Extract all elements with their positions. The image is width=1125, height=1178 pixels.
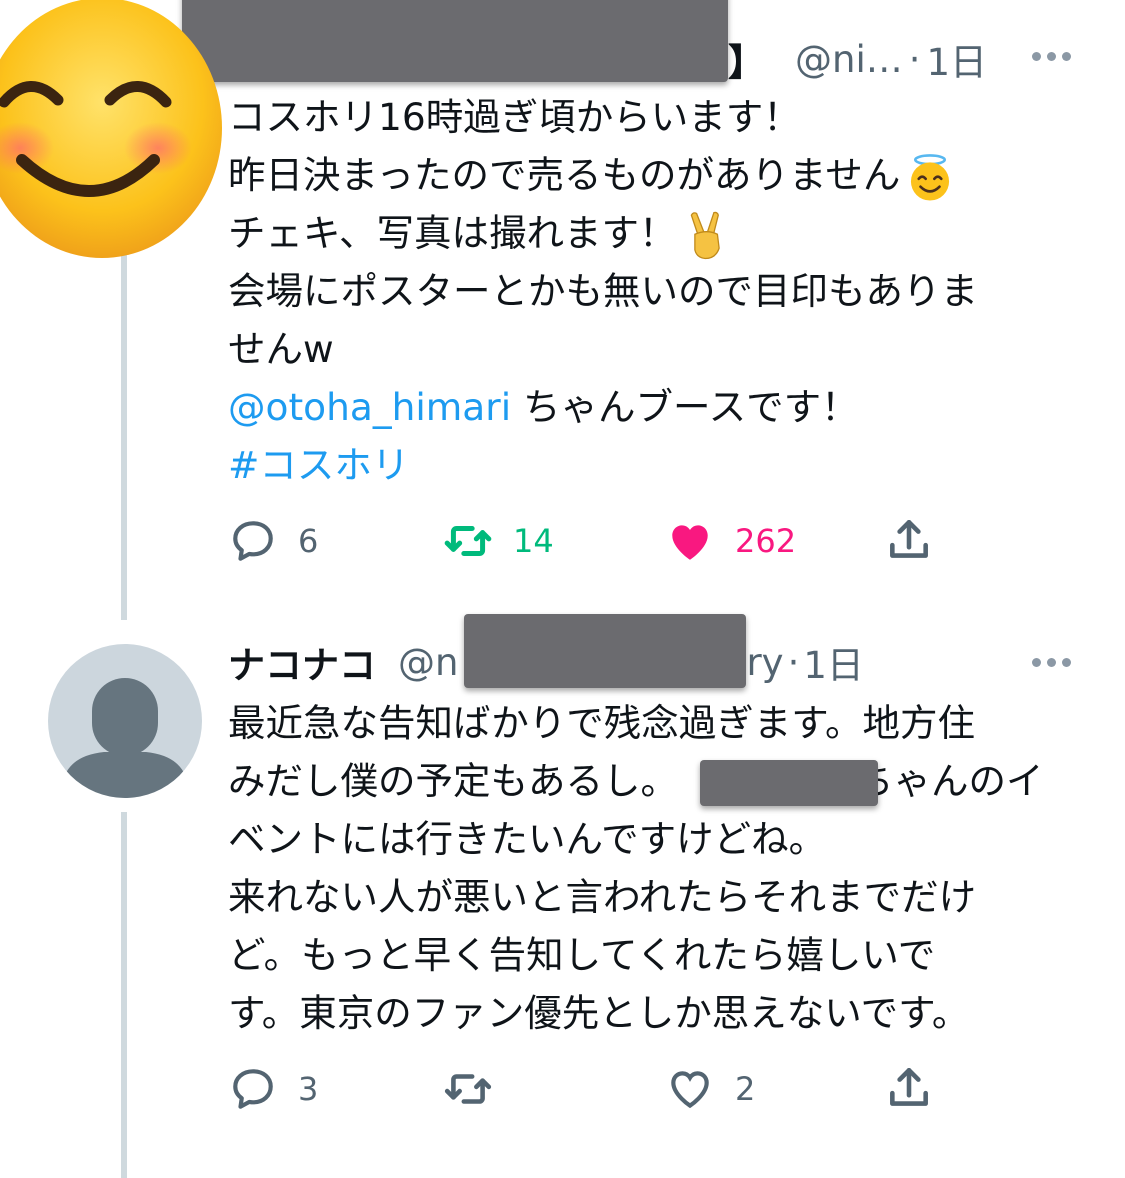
reply-icon xyxy=(233,1069,273,1109)
tweet-2-line: みだし僕の予定もあるし。 xyxy=(228,759,678,803)
share-button[interactable] xyxy=(884,516,954,566)
like-button[interactable]: 2 xyxy=(665,1064,755,1114)
tweet-2-line: す。東京のファン優先としか思えないです。 xyxy=(228,991,970,1035)
thread-line-top xyxy=(121,240,127,620)
tweet-2-line: ちゃんのイ xyxy=(856,759,1044,803)
tweet-2-actions: 3 2 xyxy=(228,1064,948,1114)
redaction-block-name xyxy=(182,0,728,82)
tweet-2-separator: · xyxy=(787,640,800,684)
tweet-1-name-fragment[interactable]: 】 xyxy=(728,32,765,86)
smiling-face-with-halo-icon xyxy=(911,153,950,201)
heart-icon xyxy=(671,1071,709,1109)
tweet-1-mention-line: @otoha_himari ちゃんブースです！ xyxy=(228,378,1088,436)
tweet-2-handle-start[interactable]: @n xyxy=(398,641,458,684)
retweet-icon xyxy=(444,526,492,556)
mention-link[interactable]: @otoha_himari xyxy=(228,385,511,429)
share-button[interactable] xyxy=(884,1064,954,1114)
reply-count: 3 xyxy=(298,1070,319,1108)
share-icon xyxy=(890,519,928,558)
tweet-2-line: ベントには行きたいんですけどね。 xyxy=(228,817,827,861)
tweet-1-timestamp[interactable]: 1日 xyxy=(927,32,988,86)
like-button[interactable]: 262 xyxy=(665,516,796,566)
tweet-2-line: ど。もっと早く告知してくれたら嬉しいで xyxy=(228,933,936,977)
mention-suffix: ちゃんブースです！ xyxy=(511,385,859,429)
thread-line-bottom xyxy=(121,812,127,1178)
reply-icon xyxy=(233,521,273,561)
retweet-count: 14 xyxy=(513,522,554,560)
retweet-icon xyxy=(444,1074,492,1104)
avatar[interactable] xyxy=(48,644,202,798)
tweet-2-timestamp[interactable]: 1日 xyxy=(803,635,864,689)
like-count: 2 xyxy=(735,1070,756,1108)
retweet-button[interactable]: 14 xyxy=(443,516,554,566)
tweet-2-line-redacted: みだし僕の予定もあるし。 ちゃんのイ xyxy=(228,752,1088,810)
default-profile-icon xyxy=(62,678,188,798)
tweet-1-line: チェキ、写真は撮れます！ xyxy=(228,211,677,255)
more-options-icon[interactable] xyxy=(1032,658,1071,667)
tweet-1-line: 昨日決まったので売るものがありません xyxy=(228,153,901,197)
tweet-1-handle[interactable]: @ni… xyxy=(795,38,903,81)
redaction-block-text xyxy=(700,760,878,806)
tweet-1-line: 会場にポスターとかも無いので目印もありま xyxy=(228,269,978,313)
tweet-1-line-with-emoji: チェキ、写真は撮れます！ xyxy=(228,204,1088,262)
retweet-button[interactable] xyxy=(443,1064,513,1114)
tweet-2-handle-end[interactable]: ry xyxy=(746,641,783,684)
tweet-2-text: 最近急な告知ばかりで残念過ぎます。地方住 みだし僕の予定もあるし。 ちゃんのイ ベ… xyxy=(228,694,1088,1042)
tweet-1-header: 】 @ni… · 1日 xyxy=(728,32,988,86)
heart-icon xyxy=(672,525,708,560)
tweet-1-line: せんw xyxy=(228,327,334,371)
tweet-2-line: 最近急な告知ばかりで残念過ぎます。地方住 xyxy=(228,701,975,745)
reply-button[interactable]: 3 xyxy=(228,1064,318,1114)
victory-hand-icon xyxy=(690,211,720,259)
reply-button[interactable]: 6 xyxy=(228,516,318,566)
hashtag-link[interactable]: #コスホリ xyxy=(228,443,409,487)
tweet-2-name[interactable]: ナコナコ xyxy=(228,635,376,689)
tweet-1-text: コスホリ16時過ぎ頃からいます！ 昨日決まったので売るものがありません チェキ、… xyxy=(228,88,1088,494)
tweet-2-line: 来れない人が悪いと言われたらそれまでだけ xyxy=(228,875,977,919)
like-count: 262 xyxy=(735,522,797,560)
tweet-1-actions: 6 14 262 xyxy=(228,516,948,566)
reply-count: 6 xyxy=(298,522,319,560)
tweet-1-hashtag-line: #コスホリ xyxy=(228,436,1088,494)
tweet-1-separator: · xyxy=(908,37,921,81)
more-options-icon[interactable] xyxy=(1032,52,1071,61)
redaction-block-handle xyxy=(464,614,746,688)
smiling-face-emoji-icon xyxy=(0,0,222,258)
tweet-1-line: コスホリ16時過ぎ頃からいます！ xyxy=(228,95,801,139)
share-icon xyxy=(890,1067,928,1106)
tweet-1-line-with-emoji: 昨日決まったので売るものがありません xyxy=(228,146,1088,204)
